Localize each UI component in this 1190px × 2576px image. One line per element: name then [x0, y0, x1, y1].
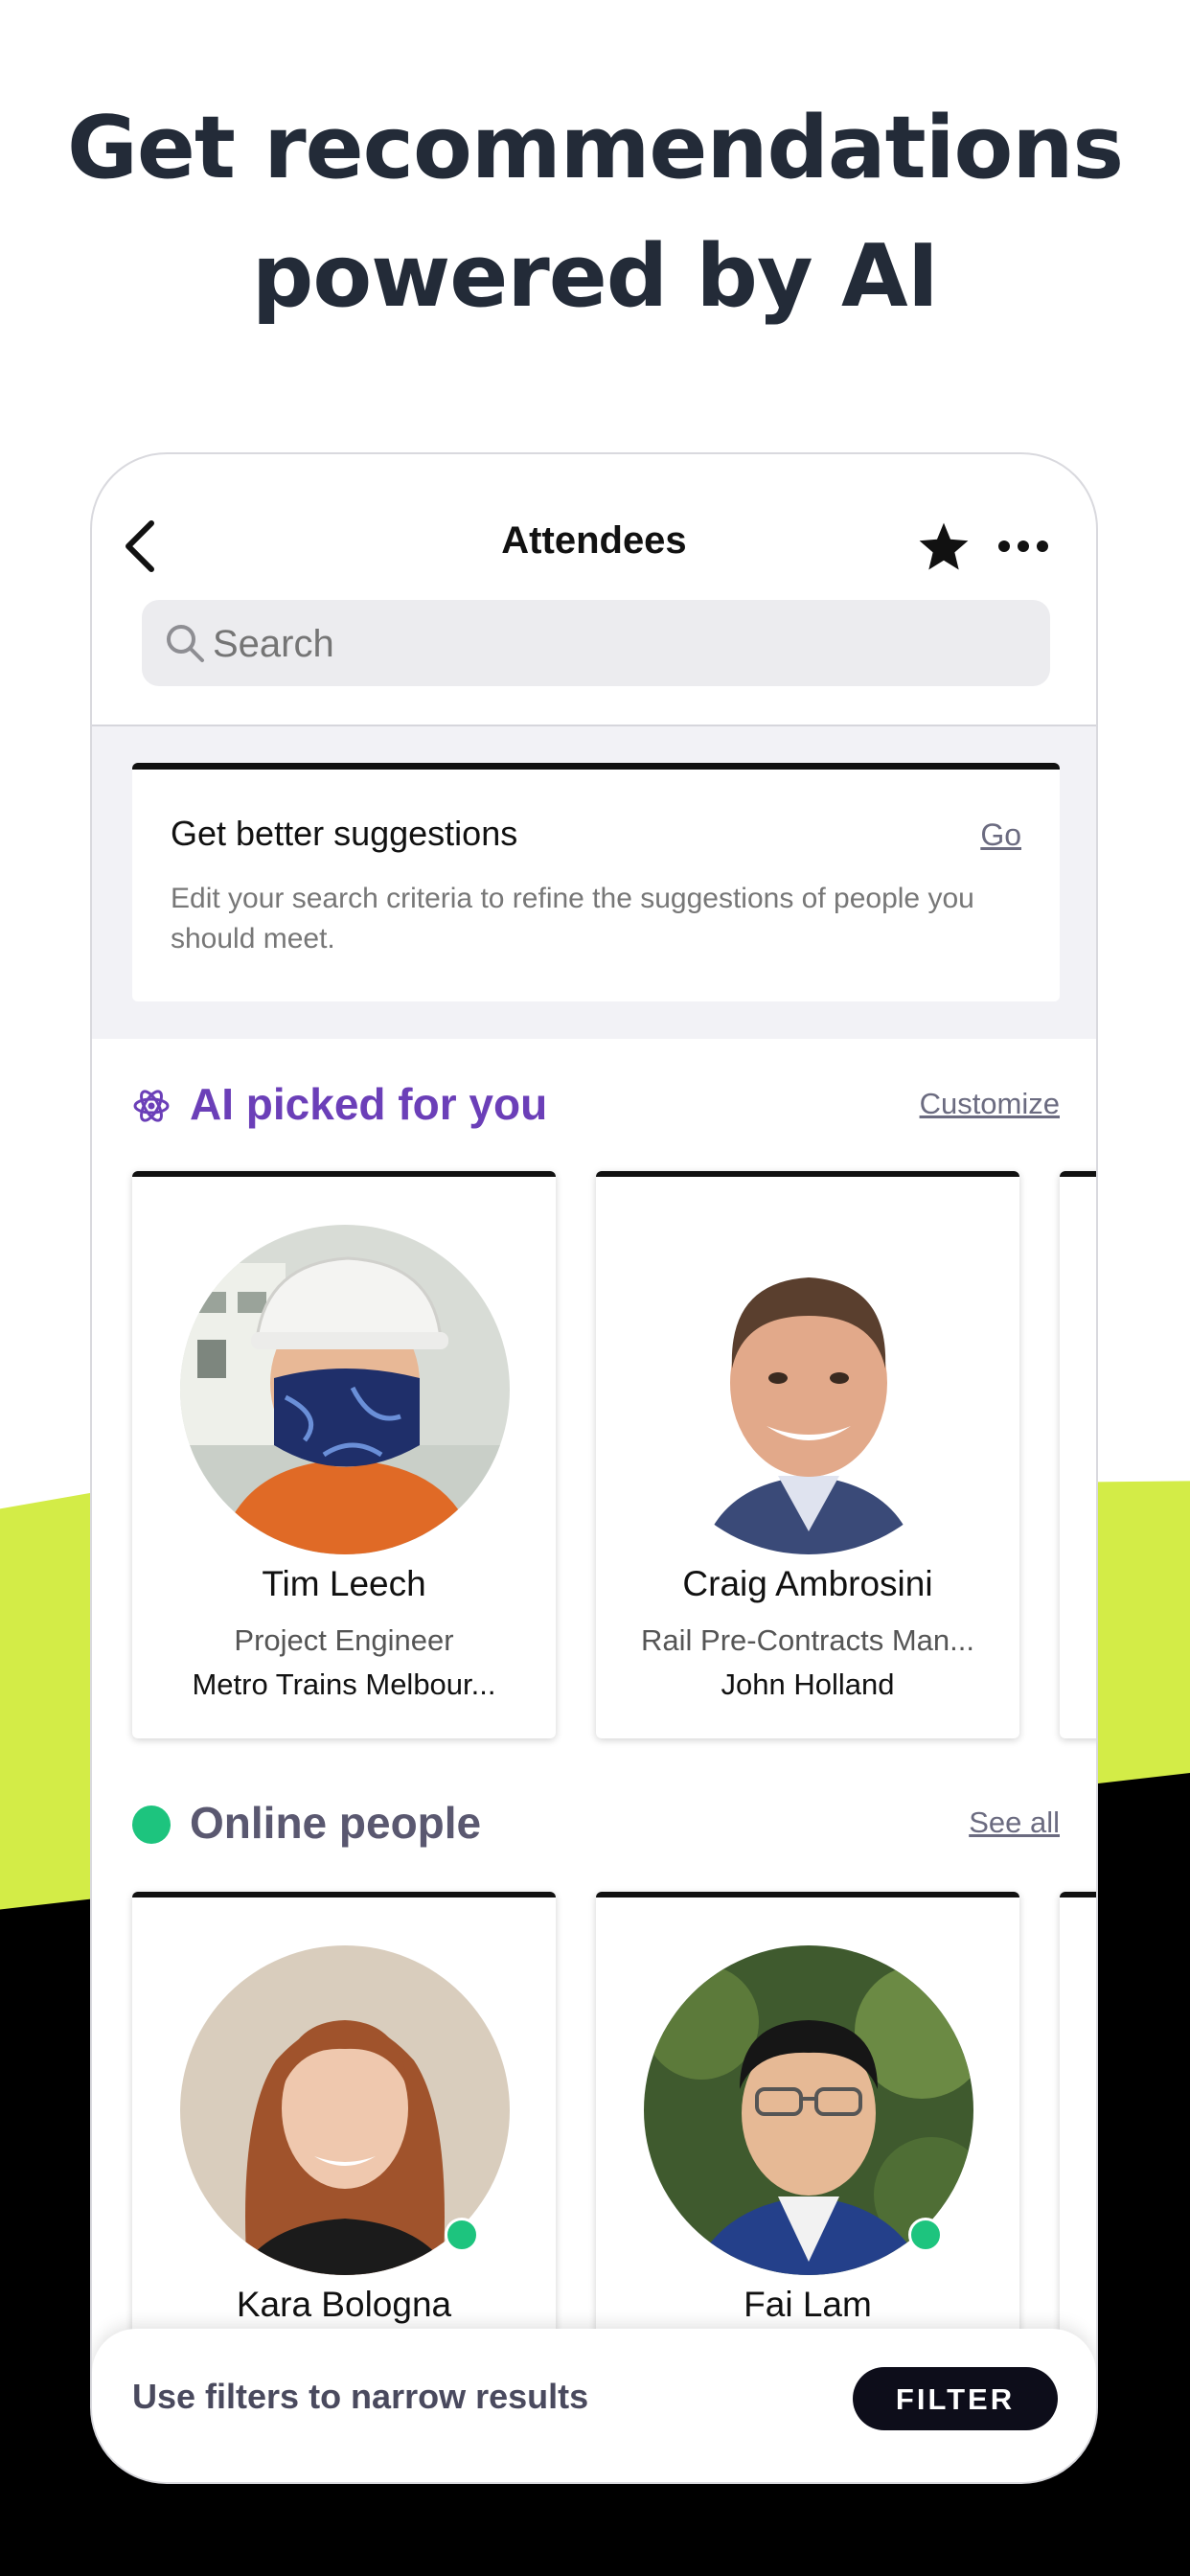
online-section-title: Online people — [190, 1798, 482, 1848]
person-role: Project Engineer — [234, 1623, 454, 1657]
filter-hint: Use filters to narrow results — [132, 2377, 589, 2416]
person-name: Tim Leech — [262, 1564, 426, 1603]
atom-icon — [133, 1090, 170, 1122]
person-card[interactable]: Craig Ambrosini Rail Pre-Contracts Man..… — [596, 1171, 1019, 1738]
see-all-link[interactable]: See all — [969, 1806, 1060, 1840]
person-role: Rail Pre-Contracts Man... — [641, 1623, 974, 1657]
ai-picks-carousel[interactable]: Tim Leech Project Engineer Metro Trains … — [132, 1171, 1096, 1746]
filter-bar: Use filters to narrow results FILTER — [92, 2329, 1096, 2482]
headline-line-1: Get recommendations — [66, 98, 1124, 198]
top-navigation-bar: Attendees — [92, 454, 1096, 726]
suggestions-title: Get better suggestions — [171, 814, 518, 853]
online-status-icon — [132, 1806, 171, 1844]
ellipsis-icon[interactable] — [996, 537, 1050, 556]
person-card[interactable]: Tim Leech Project Engineer Metro Trains … — [132, 1171, 556, 1738]
headline-line-2: powered by AI — [251, 226, 939, 327]
phone-frame: Attendees Get better suggestions Go Edit… — [90, 452, 1098, 2484]
suggestions-go-link[interactable]: Go — [980, 817, 1021, 853]
suggestions-card: Get better suggestions Go Edit your sear… — [132, 763, 1060, 1001]
avatar — [644, 1225, 973, 1554]
search-bar[interactable] — [142, 600, 1050, 686]
suggestions-description: Edit your search criteria to refine the … — [171, 883, 974, 954]
person-organization: John Holland — [721, 1668, 895, 1701]
filter-button[interactable]: FILTER — [853, 2367, 1058, 2430]
page-headline: Get recommendations powered by AI — [0, 84, 1190, 341]
search-icon — [167, 625, 204, 662]
online-indicator — [445, 2218, 479, 2252]
ai-section-header: AI picked for you Customize — [132, 1075, 1060, 1133]
customize-link[interactable]: Customize — [920, 1087, 1060, 1121]
search-input[interactable] — [211, 615, 1039, 673]
avatar — [180, 1225, 510, 1554]
ai-section-title: AI picked for you — [190, 1079, 548, 1129]
star-icon[interactable] — [916, 519, 972, 575]
person-name: Fai Lam — [744, 2285, 872, 2324]
online-section-header: Online people See all — [132, 1794, 1060, 1852]
person-name: Craig Ambrosini — [682, 1564, 933, 1603]
online-indicator — [908, 2218, 943, 2252]
person-name: Kara Bologna — [236, 2285, 452, 2324]
person-card-partial[interactable] — [1060, 1171, 1096, 1738]
person-organization: Metro Trains Melbour... — [192, 1668, 496, 1701]
